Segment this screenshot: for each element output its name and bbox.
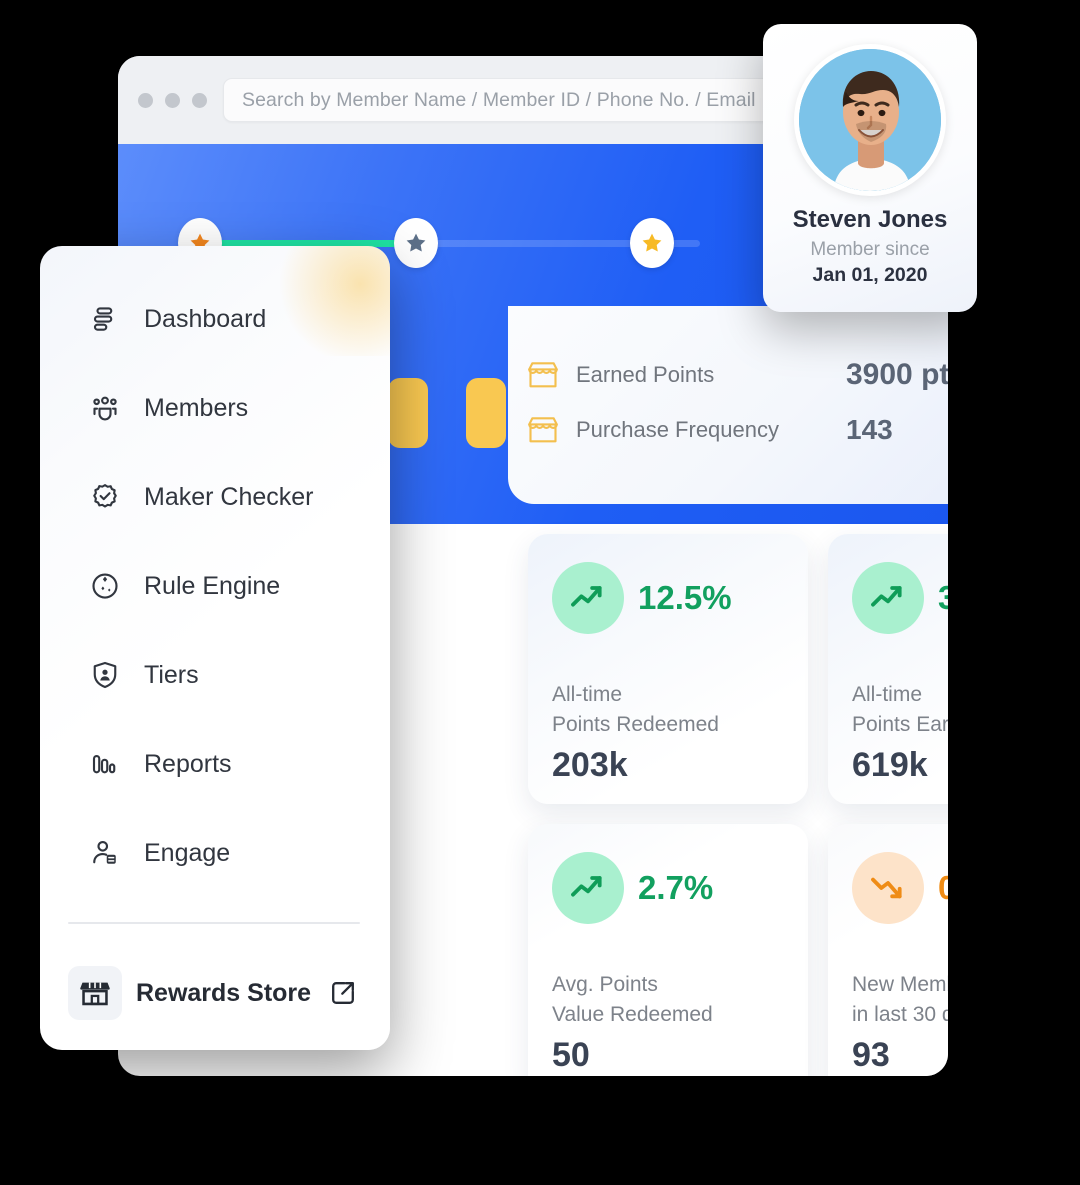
stat-label-line2: Points Earned: [852, 713, 948, 736]
sidebar-item-label: Members: [144, 393, 249, 422]
earned-points-value: 3900 pts: [846, 358, 948, 391]
stat-value: 50: [552, 1036, 590, 1074]
stat-percent: 2.7%: [638, 869, 714, 906]
stat-label-line1: Avg. Points: [552, 973, 658, 996]
bar-1: [388, 378, 428, 448]
avatar: [794, 44, 946, 196]
stat-card-body: All-time Points Redeemed 203k: [552, 680, 784, 785]
stat-card-body: All-time Points Earned 619k: [852, 680, 948, 785]
sidebar-item-label: Rule Engine: [144, 571, 281, 600]
sidebar-item-rule-engine[interactable]: Rule Engine: [40, 561, 390, 611]
tiers-icon: [88, 658, 122, 692]
dashboard-icon: [88, 302, 122, 336]
maker-checker-icon: [88, 480, 122, 514]
search-placeholder-text: Search by Member Name / Member ID / Phon…: [242, 88, 756, 111]
member-photo: [799, 49, 941, 191]
stat-percent: 33.9%: [938, 579, 948, 616]
store-icon: [526, 360, 560, 390]
sidebar-item-engage[interactable]: Engage: [40, 828, 390, 878]
bar-2: [466, 378, 506, 448]
close-window-dot[interactable]: [138, 92, 153, 108]
tier-node-3[interactable]: [630, 218, 674, 268]
stat-label-line2: Value Redeemed: [552, 1003, 713, 1026]
sidebar-nav-list: Dashboard Members Maker Checker Rule Eng…: [40, 294, 390, 917]
tier-node-2[interactable]: [394, 218, 438, 268]
stat-value: 93: [852, 1036, 890, 1074]
profile-name: Steven Jones: [792, 206, 948, 233]
trend-up-icon: [852, 562, 924, 634]
sidebar-item-label: Maker Checker: [144, 482, 314, 511]
stat-label-line1: New Member: [852, 973, 948, 996]
sidebar-divider: [68, 922, 360, 924]
stat-card-header: 2.7%: [552, 852, 784, 924]
stat-card-header: 33.9%: [852, 562, 948, 634]
sidebar-item-members[interactable]: Members: [40, 383, 390, 433]
sidebar-item-label: Reports: [144, 749, 232, 778]
members-icon: [88, 391, 122, 425]
maximize-window-dot[interactable]: [192, 92, 207, 108]
storefront-icon: [68, 966, 122, 1020]
stat-value: 203k: [552, 746, 628, 784]
member-profile-card[interactable]: Steven Jones Member since Jan 01, 2020: [763, 24, 977, 312]
star-icon: [406, 233, 426, 252]
sidebar-item-label: Engage: [144, 838, 231, 867]
reports-icon: [88, 747, 122, 781]
purchase-frequency-label: Purchase Frequency: [576, 417, 779, 442]
stat-card-points-redeemed[interactable]: 12.5% All-time Points Redeemed 203k: [528, 534, 808, 804]
traffic-light-buttons: [138, 92, 207, 108]
trend-up-icon: [552, 852, 624, 924]
stat-value: 619k: [852, 746, 928, 784]
rule-engine-icon: [88, 569, 122, 603]
star-icon: [642, 233, 662, 252]
minimize-window-dot[interactable]: [165, 92, 180, 108]
sidebar-item-dashboard[interactable]: Dashboard: [40, 294, 390, 344]
sidebar-item-label: Dashboard: [144, 304, 267, 333]
stat-card-points-earned[interactable]: 33.9% All-time Points Earned 619k: [828, 534, 948, 804]
stat-card-body: Avg. Points Value Redeemed 50: [552, 970, 784, 1075]
stat-percent: 12.5%: [638, 579, 732, 616]
profile-member-since-date: Jan 01, 2020: [812, 264, 928, 286]
purchase-frequency-value: 143: [846, 414, 893, 445]
earned-points-row: Earned Points 3900 pts: [526, 358, 948, 392]
stat-card-avg-points-value[interactable]: 2.7% Avg. Points Value Redeemed 50: [528, 824, 808, 1076]
stat-card-new-members[interactable]: 0.5% New Member in last 30 days 93: [828, 824, 948, 1076]
external-link-icon[interactable]: [329, 979, 357, 1007]
earned-points-label: Earned Points: [576, 362, 715, 387]
stat-label-line1: All-time: [852, 683, 923, 706]
stat-label-line1: All-time: [552, 683, 623, 706]
profile-member-since-label: Member since: [810, 239, 930, 260]
stat-card-body: New Member in last 30 days 93: [852, 970, 948, 1075]
stat-label-line2: Points Redeemed: [552, 713, 719, 736]
stat-percent: 0.5%: [938, 869, 948, 906]
engage-icon: [88, 836, 122, 870]
store-icon: [526, 415, 560, 445]
stat-label-line2: in last 30 days: [852, 1003, 948, 1026]
sidebar-item-maker-checker[interactable]: Maker Checker: [40, 472, 390, 522]
sidebar-item-tiers[interactable]: Tiers: [40, 650, 390, 700]
sidebar-item-label: Tiers: [144, 660, 199, 689]
screenshot-stage: Search by Member Name / Member ID / Phon…: [0, 0, 1080, 1185]
member-points-summary-card: Earned Points 3900 pts Purchase Frequenc…: [508, 306, 948, 504]
purchase-frequency-row: Purchase Frequency 143: [526, 414, 948, 446]
stat-card-header: 0.5%: [852, 852, 948, 924]
sidebar-menu-panel: Dashboard Members Maker Checker Rule Eng…: [40, 246, 390, 1050]
trend-up-icon: [552, 562, 624, 634]
sidebar-item-reports[interactable]: Reports: [40, 739, 390, 789]
sidebar-item-label: Rewards Store: [136, 978, 312, 1007]
stat-card-header: 12.5%: [552, 562, 784, 634]
trend-down-icon: [852, 852, 924, 924]
sidebar-item-rewards-store[interactable]: Rewards Store: [68, 962, 368, 1024]
